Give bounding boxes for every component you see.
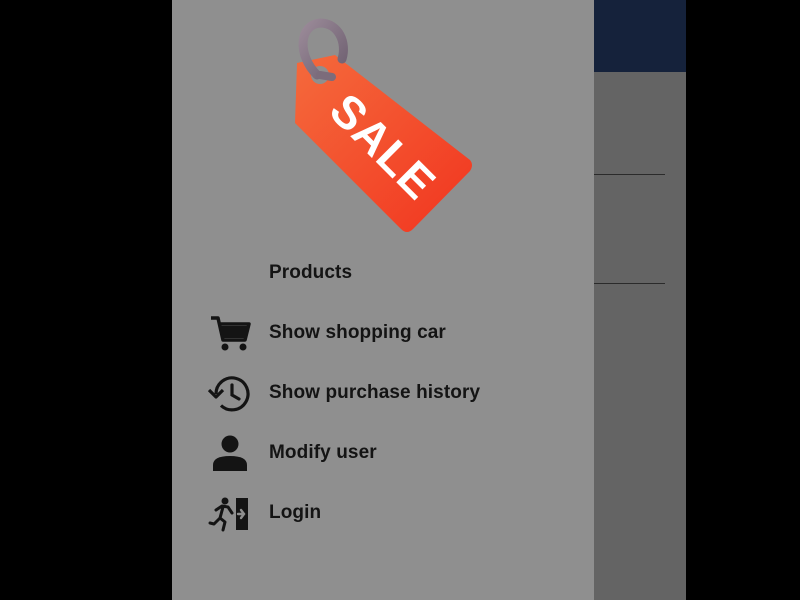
- menu-item-modify-user[interactable]: Modify user: [172, 424, 594, 484]
- list-divider: [585, 283, 665, 284]
- app-screen: SALE Products Show shopping car Show pur…: [172, 0, 686, 600]
- history-clock-icon: [208, 374, 252, 414]
- list-divider: [585, 174, 665, 175]
- login-exit-icon: [208, 494, 252, 534]
- sale-tag-icon: SALE: [295, 18, 472, 232]
- shopping-cart-icon: [208, 314, 252, 354]
- menu-item-login[interactable]: Login: [172, 484, 594, 544]
- navigation-drawer: SALE Products Show shopping car Show pur…: [172, 0, 594, 600]
- menu-item-products[interactable]: Products: [172, 244, 594, 304]
- menu-item-shopping-car[interactable]: Show shopping car: [172, 304, 594, 364]
- menu-item-purchase-history[interactable]: Show purchase history: [172, 364, 594, 424]
- drawer-header: SALE: [172, 0, 594, 240]
- menu-item-label: Login: [269, 502, 322, 523]
- person-icon: [208, 434, 252, 474]
- menu-item-label: Show shopping car: [269, 322, 446, 343]
- drawer-menu: Products Show shopping car Show purchase…: [172, 244, 594, 544]
- menu-item-label: Modify user: [269, 442, 377, 463]
- menu-item-label: Show purchase history: [269, 382, 481, 403]
- menu-item-label: Products: [269, 262, 353, 283]
